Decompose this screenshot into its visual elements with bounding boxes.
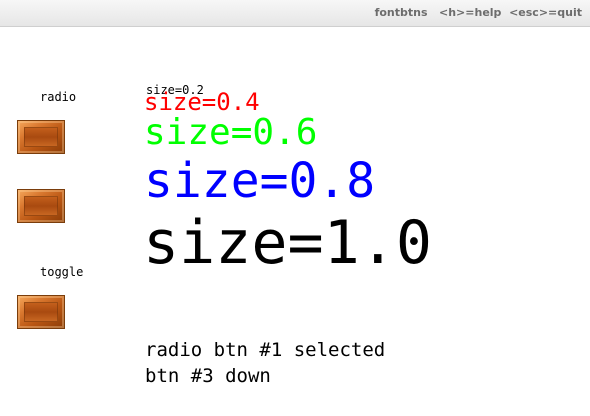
- radio-label: radio: [40, 90, 77, 104]
- status-line-2: btn #3 down: [145, 365, 271, 387]
- radio-button-2[interactable]: [17, 189, 65, 223]
- radio-button-1[interactable]: [17, 120, 65, 154]
- title-bar[interactable]: fontbtns <h>=help <esc>=quit: [0, 0, 590, 27]
- toggle-label: toggle: [40, 265, 84, 279]
- window-title: fontbtns <h>=help <esc>=quit: [374, 6, 582, 19]
- app-window: fontbtns <h>=help <esc>=quit radio toggl…: [0, 0, 590, 416]
- size-sample-1-0: size=1.0: [143, 208, 432, 278]
- size-sample-0-6: size=0.6: [144, 112, 318, 153]
- toggle-button[interactable]: [17, 295, 65, 329]
- canvas: radio toggle size=0.2 size=0.4 size=0.6 …: [0, 27, 590, 416]
- status-line-1: radio btn #1 selected: [145, 339, 386, 361]
- size-sample-0-8: size=0.8: [144, 153, 376, 209]
- size-sample-0-4: size=0.4: [144, 88, 260, 116]
